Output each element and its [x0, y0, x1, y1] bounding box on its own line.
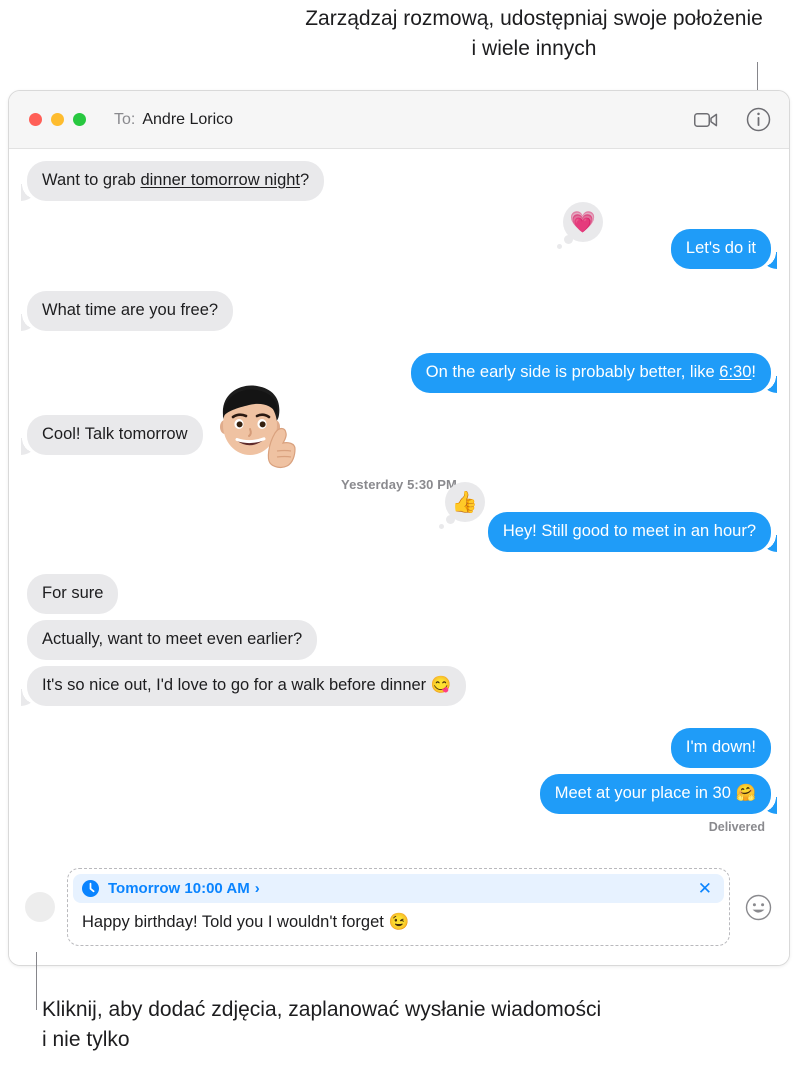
titlebar-actions — [693, 107, 771, 133]
message-bubble-outgoing[interactable]: On the early side is probably better, li… — [410, 353, 778, 393]
message-row: Meet at your place in 30 🤗 — [27, 774, 778, 814]
thumbs-up-tapback[interactable]: 👍 — [439, 482, 485, 529]
video-camera-icon[interactable] — [693, 107, 719, 133]
scheduled-send-banner[interactable]: Tomorrow 10:00 AM › ✕ — [73, 874, 724, 903]
message-bubble-incoming[interactable]: What time are you free? — [20, 291, 234, 331]
message-text-tail: ! — [751, 363, 756, 381]
messages-window: To: Andre Lorico Want to grab dinner tom… — [8, 90, 790, 966]
message-bubble-incoming[interactable]: Cool! Talk tomorrow — [21, 415, 203, 455]
message-row: 👍 Hey! Still good to meet in an hour? — [27, 482, 778, 552]
message-bubble-outgoing[interactable]: I'm down! — [670, 728, 771, 768]
message-row: What time are you free? — [20, 291, 771, 331]
message-bubble-incoming[interactable]: Want to grab dinner tomorrow night? — [20, 161, 325, 201]
message-text: Want to grab — [42, 171, 141, 189]
message-row: For sure — [27, 574, 771, 614]
smiley-face-icon[interactable] — [743, 892, 773, 922]
message-row: On the early side is probably better, li… — [27, 353, 778, 393]
message-row: I'm down! — [27, 728, 771, 768]
message-row: Actually, want to meet even earlier? — [27, 620, 771, 660]
message-bubble-outgoing[interactable]: Meet at your place in 30 🤗 — [539, 774, 778, 814]
to-label: To: — [114, 110, 136, 128]
message-row: Cool! Talk tomorrow — [21, 385, 771, 469]
message-bubble-incoming[interactable]: It's so nice out, I'd love to go for a w… — [20, 666, 467, 706]
annotation-bottom-text: Kliknij, aby dodać zdjęcia, zaplanować w… — [42, 998, 602, 1051]
scheduled-time-label: Tomorrow 10:00 AM — [108, 880, 250, 897]
heart-tapback[interactable]: 💗 — [557, 202, 603, 249]
message-bubble-outgoing[interactable]: Let's do it — [670, 229, 778, 269]
message-input-field[interactable]: Tomorrow 10:00 AM › ✕ Happy birthday! To… — [67, 868, 730, 946]
message-text: On the early side is probably better, li… — [425, 363, 720, 381]
plus-icon[interactable] — [25, 892, 55, 922]
traffic-light-buttons — [29, 113, 86, 126]
message-text-tail: ? — [300, 171, 310, 189]
compose-row: Tomorrow 10:00 AM › ✕ Happy birthday! To… — [9, 859, 789, 965]
screenshot-root: Zarządzaj rozmową, udostępniaj swoje poł… — [0, 0, 798, 1067]
window-titlebar: To: Andre Lorico — [9, 91, 789, 149]
clock-icon — [82, 880, 99, 897]
info-circle-icon[interactable] — [745, 107, 771, 133]
message-row: It's so nice out, I'd love to go for a w… — [20, 666, 771, 706]
message-bubble-incoming[interactable]: Actually, want to meet even earlier? — [27, 620, 318, 660]
message-link-time[interactable]: 6:30 — [719, 363, 751, 381]
chevron-right-icon[interactable]: › — [255, 880, 260, 897]
message-bubble-incoming[interactable]: For sure — [27, 574, 119, 614]
message-bubble-outgoing[interactable]: Hey! Still good to meet in an hour? — [487, 512, 778, 552]
annotation-bottom-leader-line — [36, 952, 37, 1010]
recipient-field[interactable]: To: Andre Lorico — [114, 111, 233, 129]
zoom-window-button[interactable] — [73, 113, 86, 126]
recipient-name: Andre Lorico — [142, 110, 234, 128]
conversation-thread[interactable]: Want to grab dinner tomorrow night? 💗 Le… — [9, 149, 789, 909]
timestamp-divider: Yesterday 5:30 PM — [341, 477, 457, 492]
message-link-dinner[interactable]: dinner tomorrow night — [140, 171, 300, 189]
message-row: 💗 Let's do it — [27, 202, 778, 269]
annotation-top-text: Zarządzaj rozmową, udostępniaj swoje poł… — [305, 7, 763, 60]
draft-message-text[interactable]: Happy birthday! Told you I wouldn't forg… — [73, 907, 724, 939]
close-window-button[interactable] — [29, 113, 42, 126]
close-icon[interactable]: ✕ — [698, 880, 714, 897]
message-row: Want to grab dinner tomorrow night? — [20, 161, 771, 201]
delivery-status: Delivered — [708, 820, 765, 834]
minimize-window-button[interactable] — [51, 113, 64, 126]
